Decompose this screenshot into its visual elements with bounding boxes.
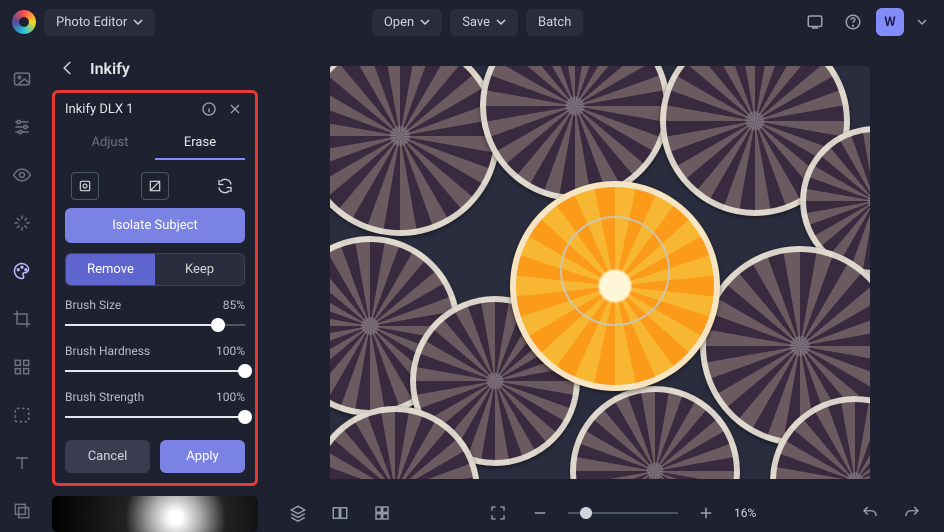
- topbar: Photo Editor Open Save Batch W: [0, 0, 944, 44]
- back-button[interactable]: [56, 56, 80, 80]
- tool-grid-icon[interactable]: [7, 352, 37, 382]
- arrow-left-icon: [59, 59, 77, 77]
- brush-hardness-value: 100%: [216, 344, 245, 358]
- fit-icon[interactable]: [484, 499, 512, 527]
- brush-strength-value: 100%: [216, 390, 245, 404]
- compare-split-icon[interactable]: [326, 499, 354, 527]
- redo-icon[interactable]: [898, 499, 926, 527]
- avatar[interactable]: W: [876, 8, 904, 36]
- segment-remove[interactable]: Remove: [66, 254, 155, 285]
- erase-tool-row: [65, 160, 245, 208]
- main: Inkify Inkify DLX 1 Adjust Erase Isolate…: [0, 44, 944, 532]
- reset-icon[interactable]: [211, 172, 239, 200]
- brush-size-value: 85%: [223, 298, 245, 312]
- feedback-icon[interactable]: [800, 7, 830, 37]
- chevron-down-icon: [133, 17, 143, 27]
- editor-dropdown[interactable]: Photo Editor: [44, 9, 155, 36]
- action-row: Cancel Apply: [65, 440, 245, 473]
- tool-crop-icon[interactable]: [7, 304, 37, 334]
- layers-icon[interactable]: [284, 499, 312, 527]
- brush-hardness-label: Brush Hardness: [65, 344, 150, 358]
- tool-image-icon[interactable]: [7, 64, 37, 94]
- toolstrip: [0, 44, 44, 532]
- canvas-area: 16%: [266, 44, 944, 532]
- brush-hardness-slider[interactable]: [65, 364, 245, 378]
- topbar-center: Open Save Batch: [372, 9, 584, 36]
- slider-brush-hardness: Brush Hardness 100%: [65, 344, 245, 378]
- avatar-initial: W: [884, 15, 895, 30]
- tabs: Adjust Erase: [65, 127, 245, 160]
- save-label: Save: [462, 15, 490, 30]
- cancel-button[interactable]: Cancel: [65, 440, 150, 473]
- tool-marquee-icon[interactable]: [7, 400, 37, 430]
- tool-layers-icon[interactable]: [7, 496, 37, 526]
- app-logo[interactable]: [12, 10, 36, 34]
- compare-icon[interactable]: [71, 172, 99, 200]
- zoom-value: 16%: [734, 506, 768, 520]
- close-icon[interactable]: [225, 99, 245, 119]
- chevron-down-icon: [917, 17, 927, 27]
- canvas-image[interactable]: [330, 66, 870, 479]
- batch-button[interactable]: Batch: [526, 9, 583, 36]
- bottombar: 16%: [266, 494, 944, 532]
- save-button[interactable]: Save: [450, 9, 518, 36]
- remove-keep-segment: Remove Keep: [65, 253, 245, 286]
- tool-sparkle-icon[interactable]: [7, 208, 37, 238]
- effect-title: Inkify DLX 1: [65, 102, 193, 117]
- effect-card: Inkify DLX 1 Adjust Erase Isolate Subjec…: [52, 90, 258, 486]
- preset-thumbnail[interactable]: [52, 496, 258, 532]
- tool-text-icon[interactable]: [7, 448, 37, 478]
- avatar-menu[interactable]: [912, 7, 932, 37]
- tab-adjust[interactable]: Adjust: [65, 127, 155, 160]
- open-button[interactable]: Open: [372, 9, 442, 36]
- topbar-right: W: [800, 7, 932, 37]
- chevron-down-icon: [420, 17, 430, 27]
- zoom-in-icon[interactable]: [692, 499, 720, 527]
- help-icon[interactable]: [838, 7, 868, 37]
- brush-strength-label: Brush Strength: [65, 390, 144, 404]
- grid4-icon[interactable]: [368, 499, 396, 527]
- tool-sliders-icon[interactable]: [7, 112, 37, 142]
- chevron-down-icon: [496, 17, 506, 27]
- brush-size-slider[interactable]: [65, 318, 245, 332]
- invert-icon[interactable]: [141, 172, 169, 200]
- info-icon[interactable]: [199, 99, 219, 119]
- slider-brush-size: Brush Size 85%: [65, 298, 245, 332]
- isolate-subject-button[interactable]: Isolate Subject: [65, 208, 245, 243]
- brush-size-label: Brush Size: [65, 298, 121, 312]
- canvas-stage: [266, 44, 944, 494]
- topbar-left: Photo Editor: [12, 9, 155, 36]
- sidepanel: Inkify Inkify DLX 1 Adjust Erase Isolate…: [44, 44, 266, 532]
- tab-erase[interactable]: Erase: [155, 127, 245, 160]
- tool-palette-icon[interactable]: [7, 256, 37, 286]
- editor-dropdown-label: Photo Editor: [56, 15, 127, 30]
- zoom-out-icon[interactable]: [526, 499, 554, 527]
- panel-title: Inkify: [90, 59, 130, 78]
- open-label: Open: [384, 15, 414, 30]
- zoom-slider[interactable]: [568, 512, 678, 514]
- segment-keep[interactable]: Keep: [155, 254, 244, 285]
- tool-eye-icon[interactable]: [7, 160, 37, 190]
- brush-strength-slider[interactable]: [65, 410, 245, 424]
- batch-label: Batch: [538, 15, 571, 30]
- card-head: Inkify DLX 1: [65, 99, 245, 123]
- panel-header: Inkify: [44, 44, 266, 90]
- apply-button[interactable]: Apply: [160, 440, 245, 473]
- slider-brush-strength: Brush Strength 100%: [65, 390, 245, 424]
- undo-icon[interactable]: [856, 499, 884, 527]
